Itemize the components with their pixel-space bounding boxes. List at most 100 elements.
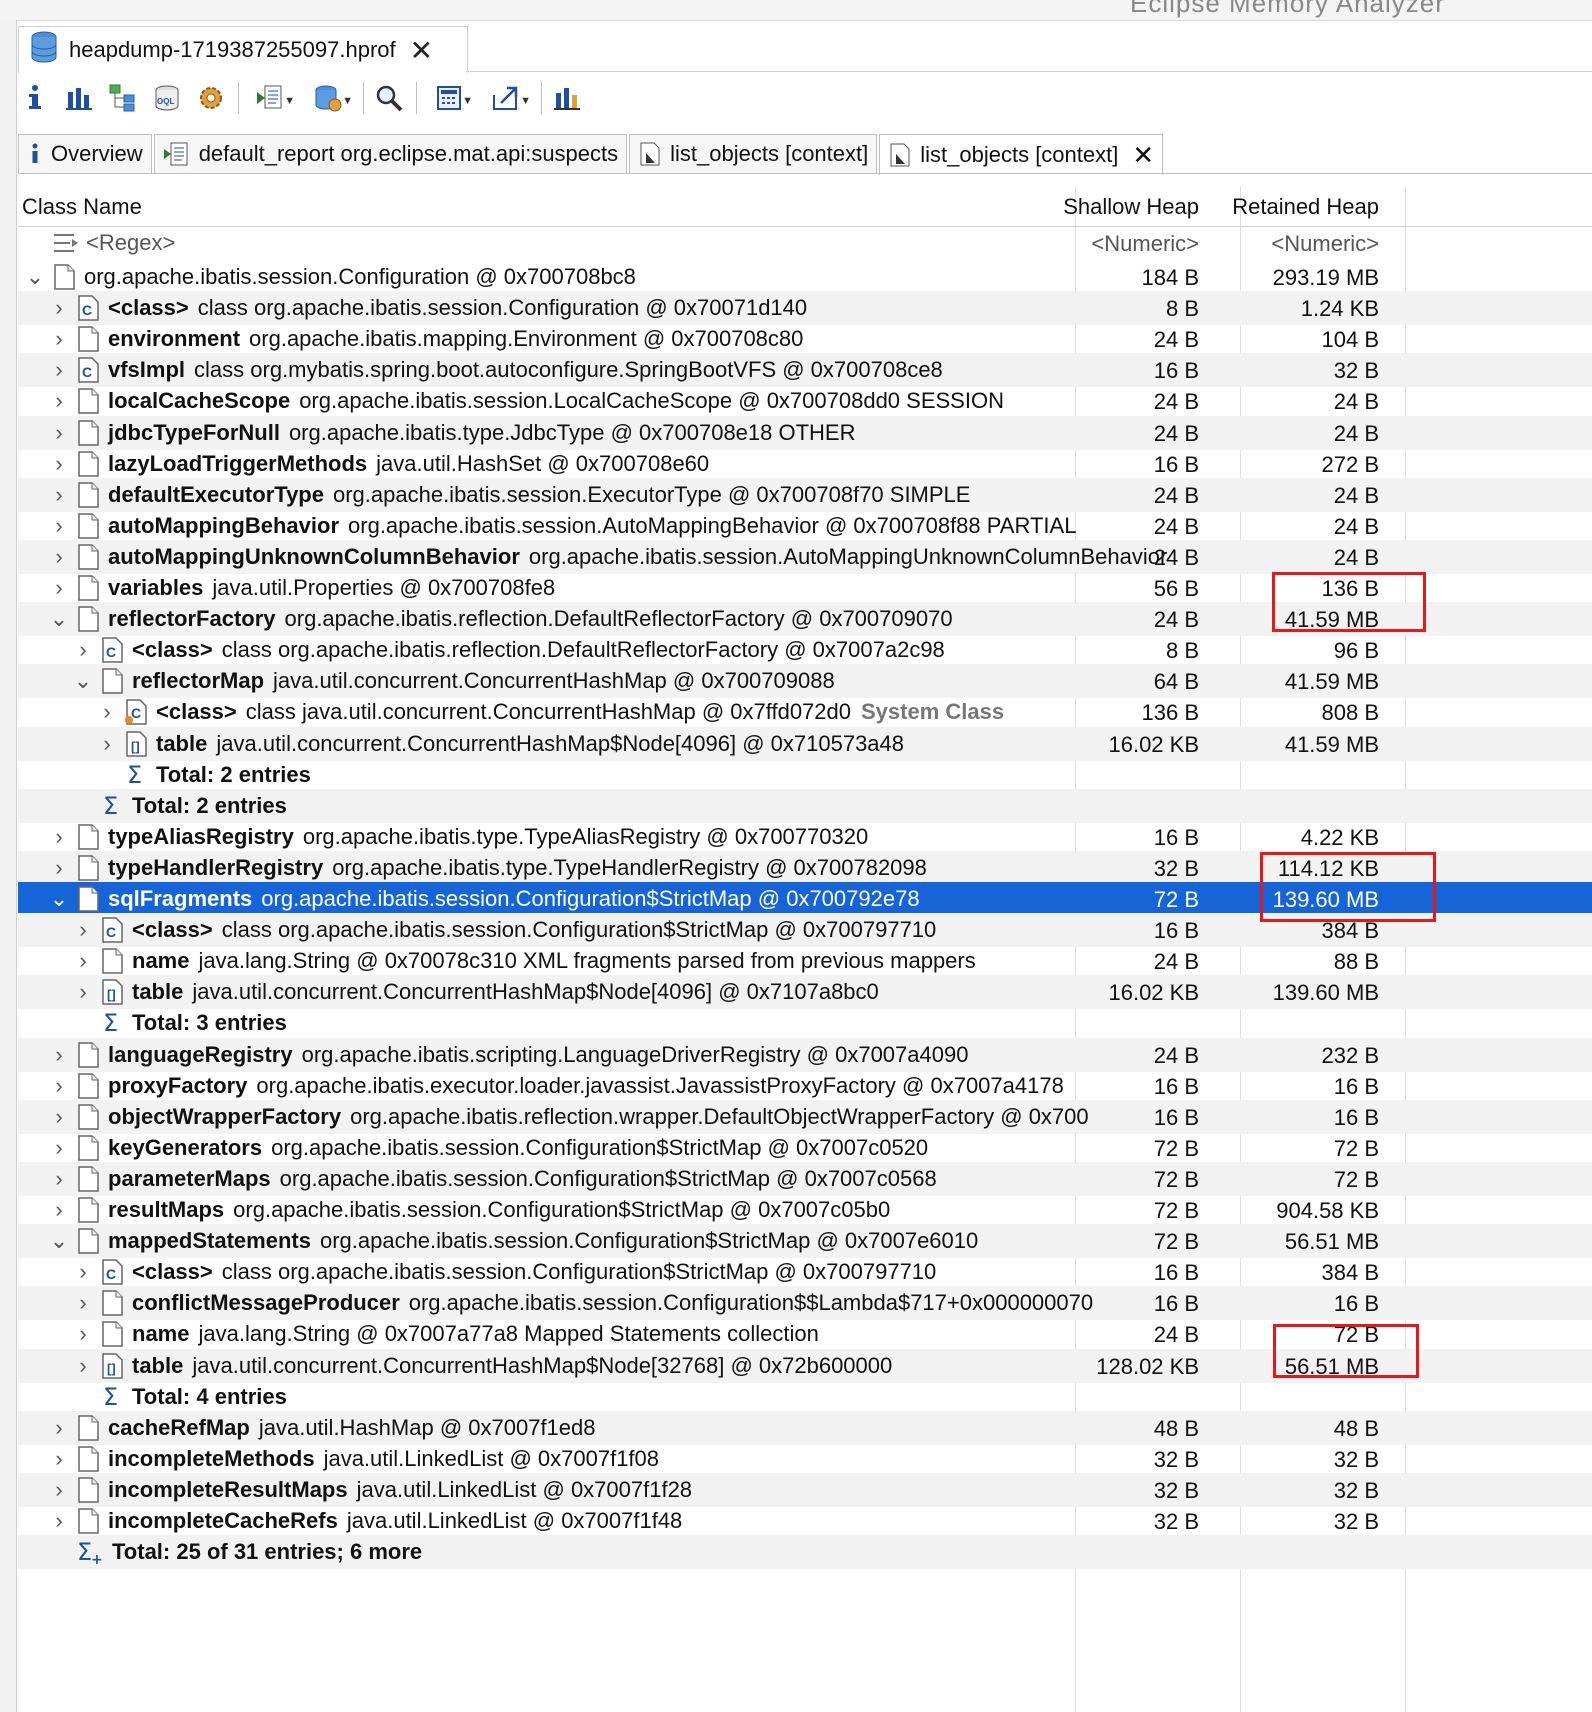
column-header-retained-heap[interactable]: Retained Heap [1232, 194, 1379, 220]
class-name-cell: › C <class> class java.util.concurrent.Conc… [18, 695, 1250, 729]
expand-chevron-icon[interactable]: › [46, 1508, 72, 1534]
expand-chevron-icon[interactable]: › [46, 1073, 72, 1099]
expand-chevron-icon[interactable]: › [46, 388, 72, 414]
search-icon[interactable] [372, 81, 406, 115]
table-row[interactable]: › languageRegistry org.apache.ibatis.scrip… [18, 1037, 1592, 1072]
close-tab-icon[interactable]: ✕ [1132, 140, 1154, 171]
table-row[interactable]: › environment org.apache.ibatis.mapping.En… [18, 322, 1592, 356]
tab-list-objects-2[interactable]: list_objects [context] ✕ [879, 134, 1164, 175]
expand-chevron-icon[interactable]: › [70, 917, 96, 943]
dominator-tree-icon[interactable] [106, 81, 140, 115]
expand-chevron-icon[interactable]: › [70, 637, 96, 663]
table-row[interactable]: › C <class> class org.apache.ibatis.session… [18, 291, 1592, 326]
table-row[interactable]: › keyGenerators org.apache.ibatis.session.… [18, 1131, 1592, 1165]
expand-chevron-icon[interactable]: › [70, 1353, 96, 1379]
expand-chevron-icon[interactable]: › [46, 513, 72, 539]
expand-chevron-icon[interactable]: › [46, 1477, 72, 1503]
collapse-chevron-icon[interactable]: ⌄ [22, 264, 48, 290]
table-row[interactable]: › autoMappingBehavior org.apache.ibatis.se… [18, 509, 1592, 543]
collapse-chevron-icon[interactable]: ⌄ [46, 1228, 72, 1254]
expand-chevron-icon[interactable]: › [46, 357, 72, 383]
expand-chevron-icon[interactable]: › [70, 1290, 96, 1316]
table-row[interactable]: › objectWrapperFactory org.apache.ibatis.r… [18, 1099, 1592, 1134]
expand-chevron-icon[interactable]: › [46, 544, 72, 570]
table-row[interactable]: ⌄ mappedStatements org.apache.ibatis.sessi… [18, 1224, 1592, 1259]
expand-chevron-icon[interactable]: › [46, 1415, 72, 1441]
shallow-filter-placeholder[interactable]: <Numeric> [1091, 231, 1199, 257]
table-row[interactable]: › C <class> class java.util.concurrent.Conc… [18, 695, 1592, 729]
expand-chevron-icon[interactable]: › [46, 1166, 72, 1192]
thread-overview-icon[interactable] [194, 81, 228, 115]
table-row[interactable]: Σ Total: 3 entries [18, 1006, 1592, 1040]
retained-filter-placeholder[interactable]: <Numeric> [1271, 231, 1379, 257]
expand-chevron-icon[interactable]: › [46, 1135, 72, 1161]
collapse-chevron-icon[interactable]: ⌄ [46, 606, 72, 632]
table-row[interactable]: › C <class> class org.apache.ibatis.reflect… [18, 633, 1592, 667]
expand-chevron-icon[interactable]: › [46, 1104, 72, 1130]
collapse-chevron-icon[interactable]: ⌄ [46, 886, 72, 912]
expand-chevron-icon[interactable]: › [70, 1259, 96, 1285]
run-report-icon[interactable]: ▼ [247, 81, 295, 115]
table-row[interactable]: › [] table java.util.concurrent.ConcurrentH… [18, 726, 1592, 761]
table-row[interactable]: › C <class> class org.apache.ibatis.session… [18, 1255, 1592, 1289]
expand-chevron-icon[interactable]: › [46, 326, 72, 352]
table-row[interactable]: › defaultExecutorType org.apache.ibatis.se… [18, 477, 1592, 512]
table-row[interactable]: › typeAliasRegistry org.apache.ibatis.type… [18, 820, 1592, 854]
tab-overview[interactable]: Overview [18, 134, 152, 173]
table-row[interactable]: › incompleteResultMaps java.util.LinkedLis… [18, 1472, 1592, 1507]
expand-chevron-icon[interactable]: › [46, 295, 72, 321]
table-row[interactable]: › incompleteCacheRefs java.util.LinkedList… [18, 1504, 1592, 1538]
expand-chevron-icon[interactable]: › [46, 824, 72, 850]
column-header-shallow-heap[interactable]: Shallow Heap [1063, 194, 1199, 220]
table-row[interactable]: › resultMaps org.apache.ibatis.session.Con… [18, 1193, 1592, 1227]
expand-chevron-icon[interactable]: › [46, 855, 72, 881]
expand-chevron-icon[interactable]: › [70, 948, 96, 974]
expand-chevron-icon[interactable]: › [46, 451, 72, 477]
expand-chevron-icon[interactable]: › [94, 731, 120, 757]
expand-chevron-icon[interactable]: › [46, 482, 72, 508]
query-browser-icon[interactable]: ▼ [305, 81, 353, 115]
expand-chevron-icon[interactable]: › [70, 979, 96, 1005]
table-row[interactable]: › localCacheScope org.apache.ibatis.sessio… [18, 384, 1592, 418]
table-row[interactable]: › conflictMessageProducer org.apache.ibati… [18, 1286, 1592, 1321]
table-row[interactable]: Σ Total: 2 entries [18, 788, 1592, 823]
expand-chevron-icon[interactable]: › [46, 420, 72, 446]
oql-icon[interactable]: OQL [150, 81, 184, 115]
table-row[interactable]: › name java.lang.String @ 0x70078c310 XML … [18, 944, 1592, 978]
export-icon[interactable]: ▼ [483, 81, 531, 115]
collapse-chevron-icon[interactable]: ⌄ [70, 668, 96, 694]
expand-chevron-icon[interactable]: › [94, 699, 120, 725]
expand-chevron-icon[interactable]: › [46, 1446, 72, 1472]
table-row[interactable]: ⌄ org.apache.ibatis.session.Configuration… [18, 260, 1592, 294]
table-row[interactable]: › [] table java.util.concurrent.ConcurrentH… [18, 975, 1592, 1010]
table-row[interactable]: Σ + Total: 25 of 31 entries; 6 more [18, 1535, 1592, 1570]
name-filter-cell[interactable]: <Regex> [18, 226, 1174, 260]
table-row[interactable]: Σ Total: 4 entries [18, 1380, 1592, 1414]
calculator-icon[interactable]: ▼ [425, 81, 473, 115]
histogram-icon[interactable] [62, 81, 96, 115]
table-row[interactable]: › incompleteMethods java.util.LinkedList @… [18, 1442, 1592, 1476]
close-file-tab-icon[interactable]: ✕ [410, 34, 433, 67]
info-icon[interactable] [18, 81, 52, 115]
table-row[interactable]: › CvfsImpl class org.mybatis.spring.boot.a… [18, 353, 1592, 388]
expand-chevron-icon[interactable]: › [70, 1321, 96, 1347]
table-row[interactable]: › proxyFactory org.apache.ibatis.executor.… [18, 1069, 1592, 1103]
column-header-class-name[interactable]: Class Name [22, 194, 142, 220]
heapdump-file-tab[interactable]: heapdump-1719387255097.hprof ✕ [18, 26, 468, 73]
table-row[interactable]: ⌄ reflectorMap java.util.concurrent.Concur… [18, 664, 1592, 699]
table-row[interactable]: › cacheRefMap java.util.HashMap @ 0x7007f1… [18, 1410, 1592, 1445]
heap-dump-overview-icon[interactable] [550, 81, 584, 115]
expand-chevron-icon[interactable]: › [46, 575, 72, 601]
table-row[interactable]: Σ Total: 2 entries [18, 758, 1592, 792]
retained-heap-cell: 32 B [1333, 1509, 1379, 1534]
table-row[interactable]: › lazyLoadTriggerMethods java.util.HashSet… [18, 447, 1592, 481]
expand-chevron-icon[interactable]: › [46, 1197, 72, 1223]
table-row[interactable]: › parameterMaps org.apache.ibatis.session.… [18, 1161, 1592, 1196]
expand-chevron-icon[interactable]: › [46, 1042, 72, 1068]
table-row[interactable]: › autoMappingUnknownColumnBehavior org.apa… [18, 539, 1592, 574]
tab-default-report[interactable]: default_report org.eclipse.mat.api:suspe… [153, 134, 628, 173]
tab-list-objects-1[interactable]: list_objects [context] [629, 134, 878, 173]
table-row[interactable]: › jdbcTypeForNull org.apache.ibatis.type.J… [18, 415, 1592, 450]
retained-heap-cell: 104 B [1321, 327, 1380, 353]
shallow-heap-cell: 72 B [1153, 1166, 1199, 1192]
